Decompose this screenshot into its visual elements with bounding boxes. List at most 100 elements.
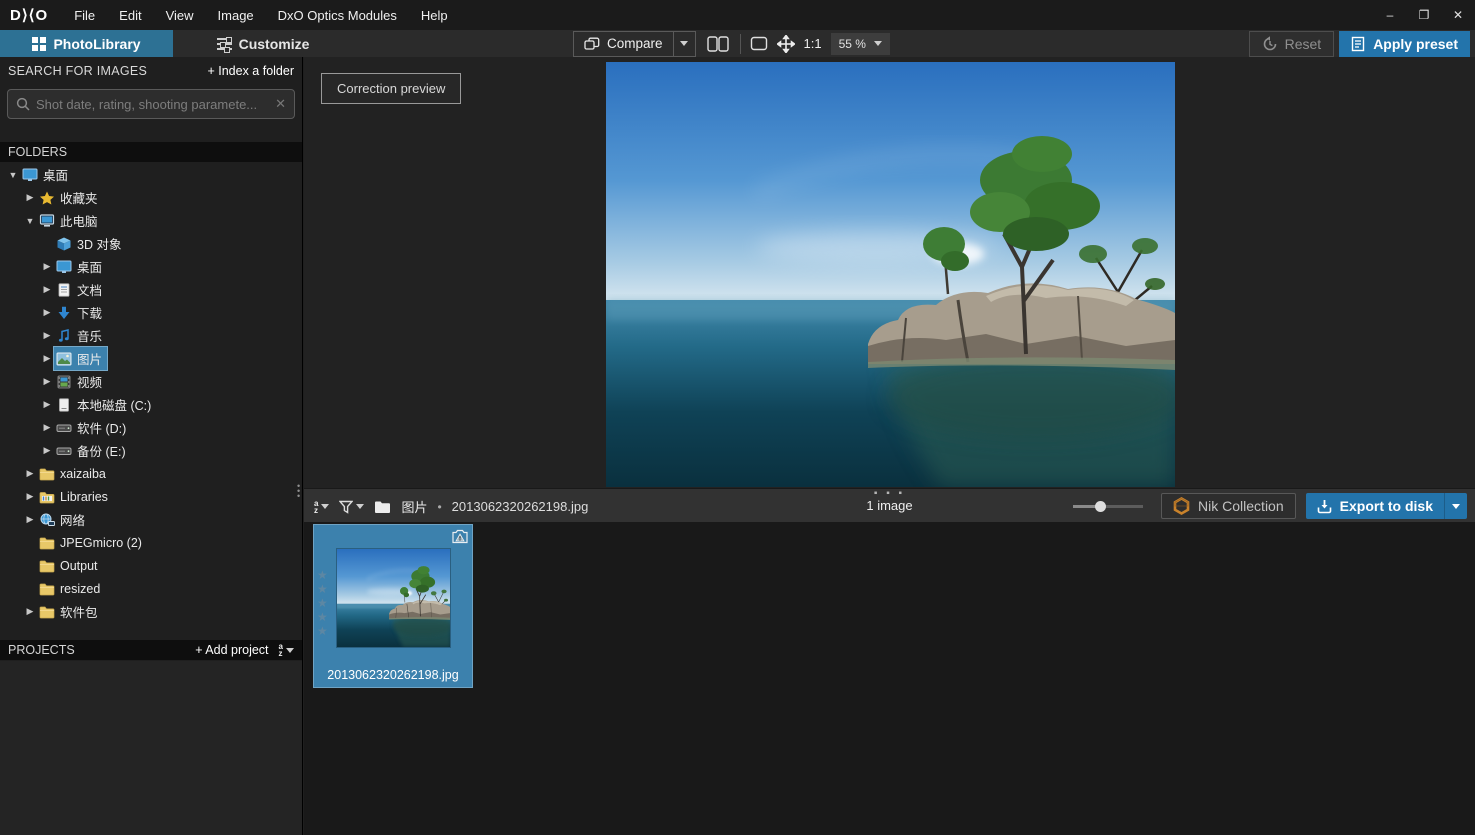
star-icon[interactable]: ★ [317,583,328,596]
slider-handle[interactable] [1095,501,1106,512]
compare-dropdown[interactable] [673,32,695,56]
video-icon [56,375,72,389]
thumbnail-tile-selected[interactable]: ★★★★★ 2013062320262198.jpg [313,524,473,688]
folders-title: FOLDERS [8,145,67,159]
menu-item-image[interactable]: Image [206,0,266,30]
expander-right-icon[interactable]: ▶ [40,422,54,433]
tree-item-此电脑[interactable]: ▼ 此电脑 [0,209,302,232]
filter-dropdown[interactable] [339,500,364,514]
expander-right-icon[interactable]: ▶ [40,376,54,387]
expander-down-icon[interactable]: ▼ [6,170,20,180]
apply-preset-button[interactable]: Apply preset [1339,31,1470,57]
tree-item-收藏夹[interactable]: ▶收藏夹 [0,186,302,209]
tree-item-下载[interactable]: ▶下载 [0,301,302,324]
expander-right-icon[interactable]: ▶ [23,491,37,502]
chevron-down-icon [874,41,882,46]
tree-item-网络[interactable]: ▶ 网络 [0,508,302,531]
correction-preview-button[interactable]: Correction preview [321,73,461,104]
star-icon[interactable]: ★ [317,611,328,624]
ratio-1to1-button[interactable]: 1:1 [804,36,822,51]
filmstrip-toolbar: ▪ ▪ ▪ az 图片 • 2013062320262198.jpg 1 ima… [304,488,1475,522]
expander-right-icon[interactable]: ▶ [23,606,37,617]
preset-icon [1351,36,1365,52]
thumbnail-image[interactable] [337,549,450,647]
add-project-button[interactable]: + Add project [195,643,268,657]
tree-item-软件-D-[interactable]: ▶ 软件 (D:) [0,416,302,439]
expander-right-icon[interactable]: ▶ [40,330,54,341]
tree-item-xaizaiba[interactable]: ▶xaizaiba [0,462,302,485]
sort-dropdown[interactable]: az [314,500,329,514]
search-input[interactable] [36,97,269,112]
tree-item-JPEGmicro-2-[interactable]: JPEGmicro (2) [0,531,302,554]
menu-item-edit[interactable]: Edit [107,0,153,30]
tree-item-Output[interactable]: Output [0,554,302,577]
tree-item-软件包[interactable]: ▶软件包 [0,600,302,623]
tree-item-label: 视频 [77,372,102,391]
clear-search-icon[interactable]: ✕ [275,96,286,112]
sidebar-splitter-grip[interactable]: ••• [297,484,302,499]
zoom-level-dropdown[interactable]: 55 % [831,33,890,55]
menubar: FileEditViewImageDxO Optics ModulesHelp [62,0,459,30]
tree-item-桌面[interactable]: ▼桌面 [0,163,302,186]
reset-button[interactable]: Reset [1249,31,1335,57]
tree-item-桌面[interactable]: ▶桌面 [0,255,302,278]
expander-down-icon[interactable]: ▼ [23,216,37,226]
expander-right-icon[interactable]: ▶ [40,261,54,272]
tree-item-label: 此电脑 [60,211,98,230]
tree-item-图片[interactable]: ▶图片 [0,347,302,370]
expander-right-icon[interactable]: ▶ [23,192,37,203]
current-folder-label[interactable]: 图片 [401,497,427,516]
minimize-button[interactable]: – [1373,0,1407,30]
expander-right-icon[interactable]: ▶ [40,445,54,456]
projects-sort-dropdown[interactable]: az [279,643,294,657]
export-to-disk-button[interactable]: Export to disk [1306,493,1444,519]
export-to-disk-label: Export to disk [1340,498,1433,514]
tree-item-视频[interactable]: ▶ 视频 [0,370,302,393]
tree-item-label: 网络 [60,510,85,529]
tree-item-3D-对象[interactable]: 3D 对象 [0,232,302,255]
export-dropdown[interactable] [1444,493,1467,519]
tree-item-Libraries[interactable]: ▶Libraries [0,485,302,508]
filmstrip-splitter-grip[interactable]: ▪ ▪ ▪ [874,490,905,498]
star-icon[interactable]: ★ [317,625,328,638]
compare-button[interactable]: Compare [574,32,673,56]
menu-item-help[interactable]: Help [409,0,460,30]
expander-right-icon[interactable]: ▶ [40,399,54,410]
folder-icon [39,582,55,596]
star-rating[interactable]: ★★★★★ [317,569,328,638]
thumbnail-size-slider[interactable] [1073,500,1143,512]
tree-item-label: JPEGmicro (2) [60,536,142,550]
view-toolbar: Compare 1:1 55 % [573,30,890,57]
menu-item-view[interactable]: View [154,0,206,30]
tree-item-本地磁盘-C-[interactable]: ▶本地磁盘 (C:) [0,393,302,416]
tree-item-音乐[interactable]: ▶音乐 [0,324,302,347]
tab-photolibrary[interactable]: PhotoLibrary [0,30,173,57]
split-view-icon[interactable] [705,36,731,52]
tree-item-备份-E-[interactable]: ▶备份 (E:) [0,439,302,462]
fit-screen-icon[interactable] [750,36,768,51]
expander-right-icon[interactable]: ▶ [23,514,37,525]
apply-preset-label: Apply preset [1373,36,1458,52]
close-button[interactable]: ✕ [1441,0,1475,30]
tree-item-resized[interactable]: resized [0,577,302,600]
menu-item-dxo-optics-modules[interactable]: DxO Optics Modules [266,0,409,30]
menu-item-file[interactable]: File [62,0,107,30]
search-box[interactable]: ✕ [7,89,295,119]
expander-right-icon[interactable]: ▶ [40,284,54,295]
search-icon [16,97,30,111]
expander-right-icon[interactable]: ▶ [40,307,54,318]
expander-right-icon[interactable]: ▶ [23,468,37,479]
pan-move-icon[interactable] [777,35,795,53]
expander-right-icon[interactable]: ▶ [40,353,54,364]
star-icon[interactable]: ★ [317,569,328,582]
reset-label: Reset [1285,36,1322,52]
folder-icon [39,605,55,619]
maximize-button[interactable]: ❐ [1407,0,1441,30]
tree-item-label: 软件 (D:) [77,418,126,437]
tab-customize[interactable]: Customize [173,30,353,57]
index-a-folder-button[interactable]: + Index a folder [207,64,294,78]
star-icon[interactable]: ★ [317,597,328,610]
nik-collection-button[interactable]: Nik Collection [1161,493,1296,519]
chevron-down-icon [356,504,364,509]
tree-item-文档[interactable]: ▶文档 [0,278,302,301]
